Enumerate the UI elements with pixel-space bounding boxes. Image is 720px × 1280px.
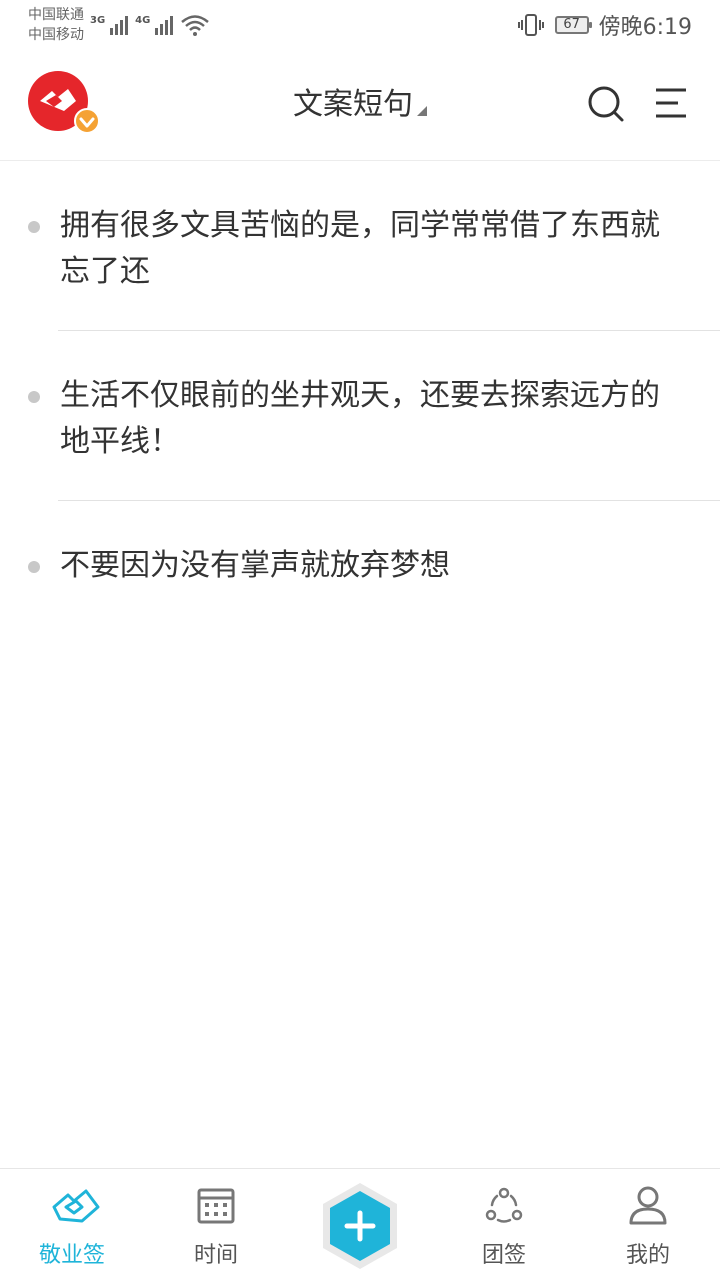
menu-icon[interactable] xyxy=(654,86,690,120)
calendar-icon xyxy=(197,1188,235,1224)
bullet-icon xyxy=(28,561,40,573)
nav-item-jingyeqian[interactable]: 敬业签 xyxy=(12,1169,132,1280)
clock: 傍晚6:19 xyxy=(598,15,692,40)
nav-item-time[interactable]: 时间 xyxy=(156,1169,276,1280)
signal-icon-2 xyxy=(155,16,174,35)
network-indicators: 3G 4G xyxy=(90,13,210,37)
list-item[interactable]: 不要因为没有掌声就放弃梦想 xyxy=(0,501,720,671)
nav-item-team[interactable]: 团签 xyxy=(444,1169,564,1280)
list-item[interactable]: 拥有很多文具苦恼的是，同学常常借了东西就忘了还 xyxy=(0,161,720,331)
quote-text: 不要因为没有掌声就放弃梦想 xyxy=(60,548,450,583)
nav-item-mine[interactable]: 我的 xyxy=(588,1169,708,1280)
add-button[interactable] xyxy=(320,1181,400,1271)
team-icon xyxy=(485,1187,523,1223)
status-bar: 中国联通 中国移动 3G 4G 67 傍晚6:19 xyxy=(0,0,720,50)
dropdown-caret-icon xyxy=(417,106,427,116)
carrier-names: 中国联通 中国移动 xyxy=(28,5,84,45)
bullet-icon xyxy=(28,391,40,403)
quote-text: 生活不仅眼前的坐井观天，还要去探索远方的地平线！ xyxy=(60,378,660,459)
quote-list: 拥有很多文具苦恼的是，同学常常借了东西就忘了还 生活不仅眼前的坐井观天，还要去探… xyxy=(0,161,720,671)
carrier-2: 中国移动 xyxy=(28,27,84,43)
nav-label: 我的 xyxy=(625,1243,670,1268)
battery-indicator: 67 xyxy=(554,16,592,34)
status-left: 中国联通 中国移动 3G 4G xyxy=(28,5,210,45)
status-right: 67 傍晚6:19 xyxy=(517,9,692,41)
vibrate-icon xyxy=(517,14,544,36)
jingyeqian-icon xyxy=(52,1189,100,1223)
top-bar: 文案短句 xyxy=(0,60,720,161)
quote-text: 拥有很多文具苦恼的是，同学常常借了东西就忘了还 xyxy=(60,208,660,289)
list-item[interactable]: 生活不仅眼前的坐井观天，还要去探索远方的地平线！ xyxy=(0,331,720,501)
app-screen: 中国联通 中国移动 3G 4G 67 傍晚6:19 文案短句 拥有很多文具苦恼的… xyxy=(0,0,720,1280)
person-icon xyxy=(629,1186,667,1225)
wifi-icon xyxy=(181,15,210,36)
nav-label: 时间 xyxy=(193,1243,238,1268)
signal-icon xyxy=(110,16,129,35)
nav-label: 团签 xyxy=(481,1243,526,1268)
bottom-nav: 敬业签 时间 团签 我的 xyxy=(0,1168,720,1280)
carrier-1: 中国联通 xyxy=(28,7,84,23)
search-icon[interactable] xyxy=(586,84,626,124)
network-type-1: 3G xyxy=(90,15,106,26)
network-type-2: 4G xyxy=(135,15,151,26)
bullet-icon xyxy=(28,221,40,233)
nav-label: 敬业签 xyxy=(38,1243,105,1268)
page-title: 文案短句 xyxy=(293,87,413,122)
